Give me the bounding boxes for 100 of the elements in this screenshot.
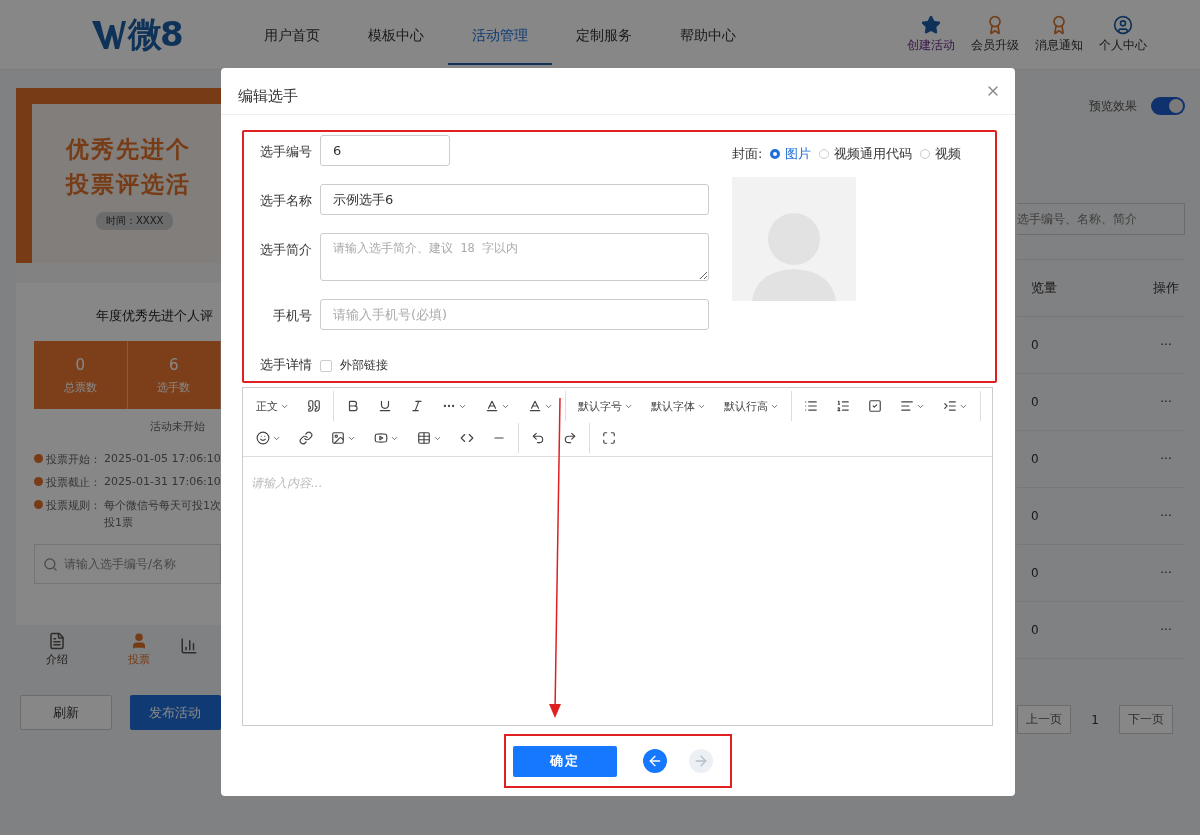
font-color-icon: [485, 399, 499, 413]
more-button[interactable]: ···: [1146, 623, 1185, 637]
info-value: 2025-01-05 17:06:10: [104, 452, 221, 465]
header-action[interactable]: 创建活动: [906, 15, 956, 54]
italic-icon: [410, 399, 424, 413]
nav-tab[interactable]: 帮助中心: [656, 4, 760, 65]
code-icon: [460, 431, 474, 445]
image-icon: [331, 431, 345, 445]
more-button[interactable]: ···: [1146, 566, 1185, 580]
quote-icon: [307, 399, 321, 413]
confirm-button[interactable]: 确定: [513, 745, 617, 777]
toolbar-button[interactable]: 默认行高: [715, 390, 788, 422]
info-dot-icon: [34, 477, 43, 486]
stat-label: 总票数: [63, 379, 97, 395]
undo-icon: [531, 431, 545, 445]
search-field[interactable]: 选手编号、名称、简介: [1017, 203, 1185, 235]
input-field[interactable]: 请输入选手简介、建议 18 字以内: [320, 233, 709, 281]
column-header: 览量: [1030, 279, 1058, 297]
table-icon: [417, 431, 431, 445]
info-value: 每个微信号每天可投1次: [104, 498, 221, 513]
video-icon: [374, 431, 388, 445]
field-label: 选手名称: [259, 192, 312, 210]
underline-icon: [378, 399, 392, 413]
publish-button[interactable]: 发布活动: [129, 695, 221, 730]
checkbox-icon: [868, 399, 882, 413]
stat-value: 0: [75, 355, 85, 374]
info-label: 投票开始：: [46, 452, 101, 467]
checkbox[interactable]: 外部链接: [320, 357, 388, 374]
field-label: 封面:: [732, 145, 763, 163]
radio-option[interactable]: 视频通用代码: [819, 145, 913, 163]
field-label: 手机号: [272, 307, 312, 325]
info-value: 2025-01-31 17:06:10: [104, 475, 221, 488]
redo-icon: [563, 431, 577, 445]
banner-title: 优秀先进个: [66, 135, 192, 164]
toggle-label: 预览效果: [1089, 97, 1137, 115]
search-icon: [43, 556, 58, 572]
field-label: 选手简介: [259, 241, 312, 259]
dialog-title: 编辑选手: [238, 86, 298, 106]
bold-icon: [346, 399, 360, 413]
toolbar-button[interactable]: 正文: [247, 390, 298, 422]
prev-page-button[interactable]: 上一页: [1017, 705, 1071, 734]
input-field[interactable]: 示例选手6: [320, 184, 709, 215]
banner-tag: 时间：XXXX: [96, 212, 174, 230]
nav-tab[interactable]: 模板中心: [344, 4, 448, 65]
info-value: 投1票: [104, 515, 134, 530]
header-action[interactable]: 会员升级: [970, 15, 1020, 54]
next-page-button[interactable]: 下一页: [1119, 705, 1173, 734]
activity-title: 年度优秀先进个人评: [96, 307, 214, 325]
user-icon: [1113, 15, 1133, 35]
radio-option[interactable]: 视频: [920, 145, 962, 163]
user-icon: [130, 631, 148, 650]
field-label: 选手编号: [259, 143, 312, 161]
toolbar-button[interactable]: 默认字体: [642, 390, 715, 422]
document-icon: [48, 631, 66, 650]
link-icon: [299, 431, 313, 445]
logo-text: 微8: [128, 12, 182, 56]
info-label: 投票规则：: [46, 498, 101, 513]
table-cell-text: 0: [1030, 623, 1040, 637]
info-dot-icon: [34, 454, 43, 463]
toolbar-button[interactable]: 默认字号: [569, 390, 642, 422]
nav-tab[interactable]: 定制服务: [552, 4, 656, 65]
nav-tab[interactable]: 用户首页: [240, 4, 344, 65]
header-action[interactable]: 个人中心: [1098, 15, 1148, 54]
table-cell-text: 0: [1030, 395, 1040, 409]
star-icon: [921, 15, 941, 35]
refresh-button[interactable]: 刷新: [20, 695, 112, 730]
radio-option[interactable]: 图片: [770, 145, 812, 163]
more-button[interactable]: ···: [1146, 395, 1185, 409]
banner-title: 投票评选活: [66, 170, 192, 199]
indent-icon: [943, 399, 957, 413]
page-number[interactable]: 1: [1071, 712, 1119, 727]
header-action[interactable]: 消息通知: [1034, 15, 1084, 54]
info-dot-icon: [34, 500, 43, 509]
table-cell-text: 0: [1030, 509, 1040, 523]
stat-label: 选手数: [157, 379, 191, 395]
table-cell-text: 0: [1030, 338, 1040, 352]
table-cell-text: 0: [1030, 452, 1040, 466]
back-button[interactable]: [643, 749, 667, 773]
emoji-icon: [256, 431, 270, 445]
preview-toggle[interactable]: [1151, 97, 1185, 115]
more-button[interactable]: ···: [1146, 452, 1185, 466]
chart-icon: [180, 637, 198, 655]
field-label: 选手详情: [259, 356, 312, 374]
align-icon: [900, 399, 914, 413]
fullscreen-icon: [602, 431, 616, 445]
nav-tab[interactable]: 活动管理: [448, 4, 552, 65]
highlight-icon: [528, 399, 542, 413]
activity-status: 活动未开始: [150, 419, 206, 434]
bullet-list-icon: [804, 399, 818, 413]
more-button[interactable]: ···: [1146, 338, 1185, 352]
logo-icon: [92, 18, 126, 51]
input-field[interactable]: 请输入手机号(必填): [320, 299, 709, 330]
info-label: 投票截止：: [46, 475, 101, 490]
stat-value: 6: [168, 355, 179, 374]
input-field[interactable]: 6: [320, 135, 450, 166]
column-header: 操作: [1152, 279, 1180, 297]
numbered-list-icon: [836, 399, 850, 413]
more-button[interactable]: ···: [1146, 509, 1185, 523]
preview-tab[interactable]: 介绍: [16, 625, 98, 673]
table-cell-text: 0: [1030, 566, 1040, 580]
